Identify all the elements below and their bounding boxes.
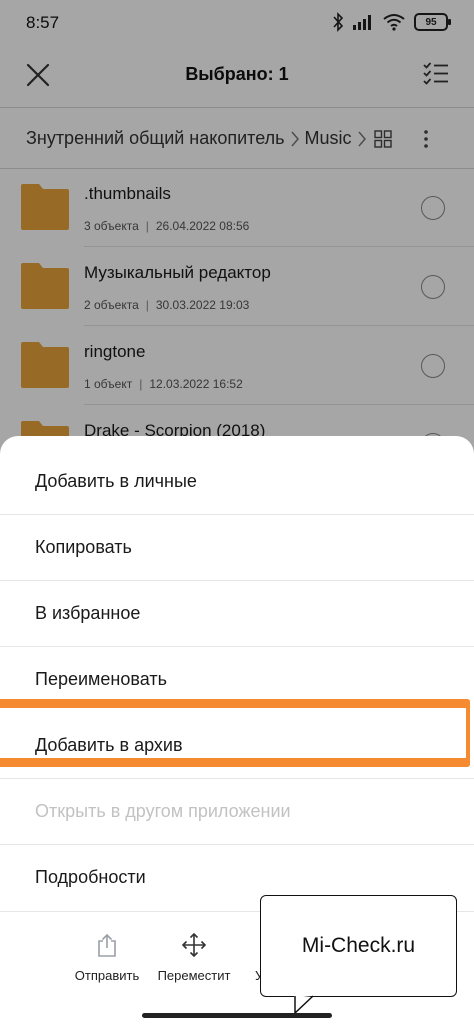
watermark-box: Mi-Check.ru xyxy=(260,895,457,997)
menu-add-to-private[interactable]: Добавить в личные xyxy=(0,449,474,515)
menu-label: Добавить в личные xyxy=(35,471,197,491)
move-label: Переместит xyxy=(157,968,231,983)
speech-bubble-tail xyxy=(294,995,314,1015)
menu-label: Копировать xyxy=(35,537,132,557)
share-icon xyxy=(98,933,116,957)
move-button[interactable]: Переместит xyxy=(149,932,239,983)
menu-label: Открыть в другом приложении xyxy=(35,801,291,821)
watermark-text: Mi-Check.ru xyxy=(301,934,416,957)
menu-favorites[interactable]: В избранное xyxy=(0,581,474,647)
menu-label: Переименовать xyxy=(35,669,167,689)
share-button[interactable]: Отправить xyxy=(62,932,152,983)
menu-add-to-archive[interactable]: Добавить в архив xyxy=(0,713,474,779)
menu-label: В избранное xyxy=(35,603,141,623)
menu-label: Подробности xyxy=(35,867,146,887)
move-icon xyxy=(181,932,207,958)
menu-rename[interactable]: Переименовать xyxy=(0,647,474,713)
menu-label: Добавить в архив xyxy=(35,735,183,755)
menu-copy[interactable]: Копировать xyxy=(0,515,474,581)
delete-button[interactable]: У xyxy=(237,932,261,983)
share-label: Отправить xyxy=(74,968,140,983)
menu-open-in-other-app: Открыть в другом приложении xyxy=(0,779,474,845)
delete-label: У xyxy=(255,968,261,983)
home-indicator[interactable] xyxy=(142,1013,332,1018)
